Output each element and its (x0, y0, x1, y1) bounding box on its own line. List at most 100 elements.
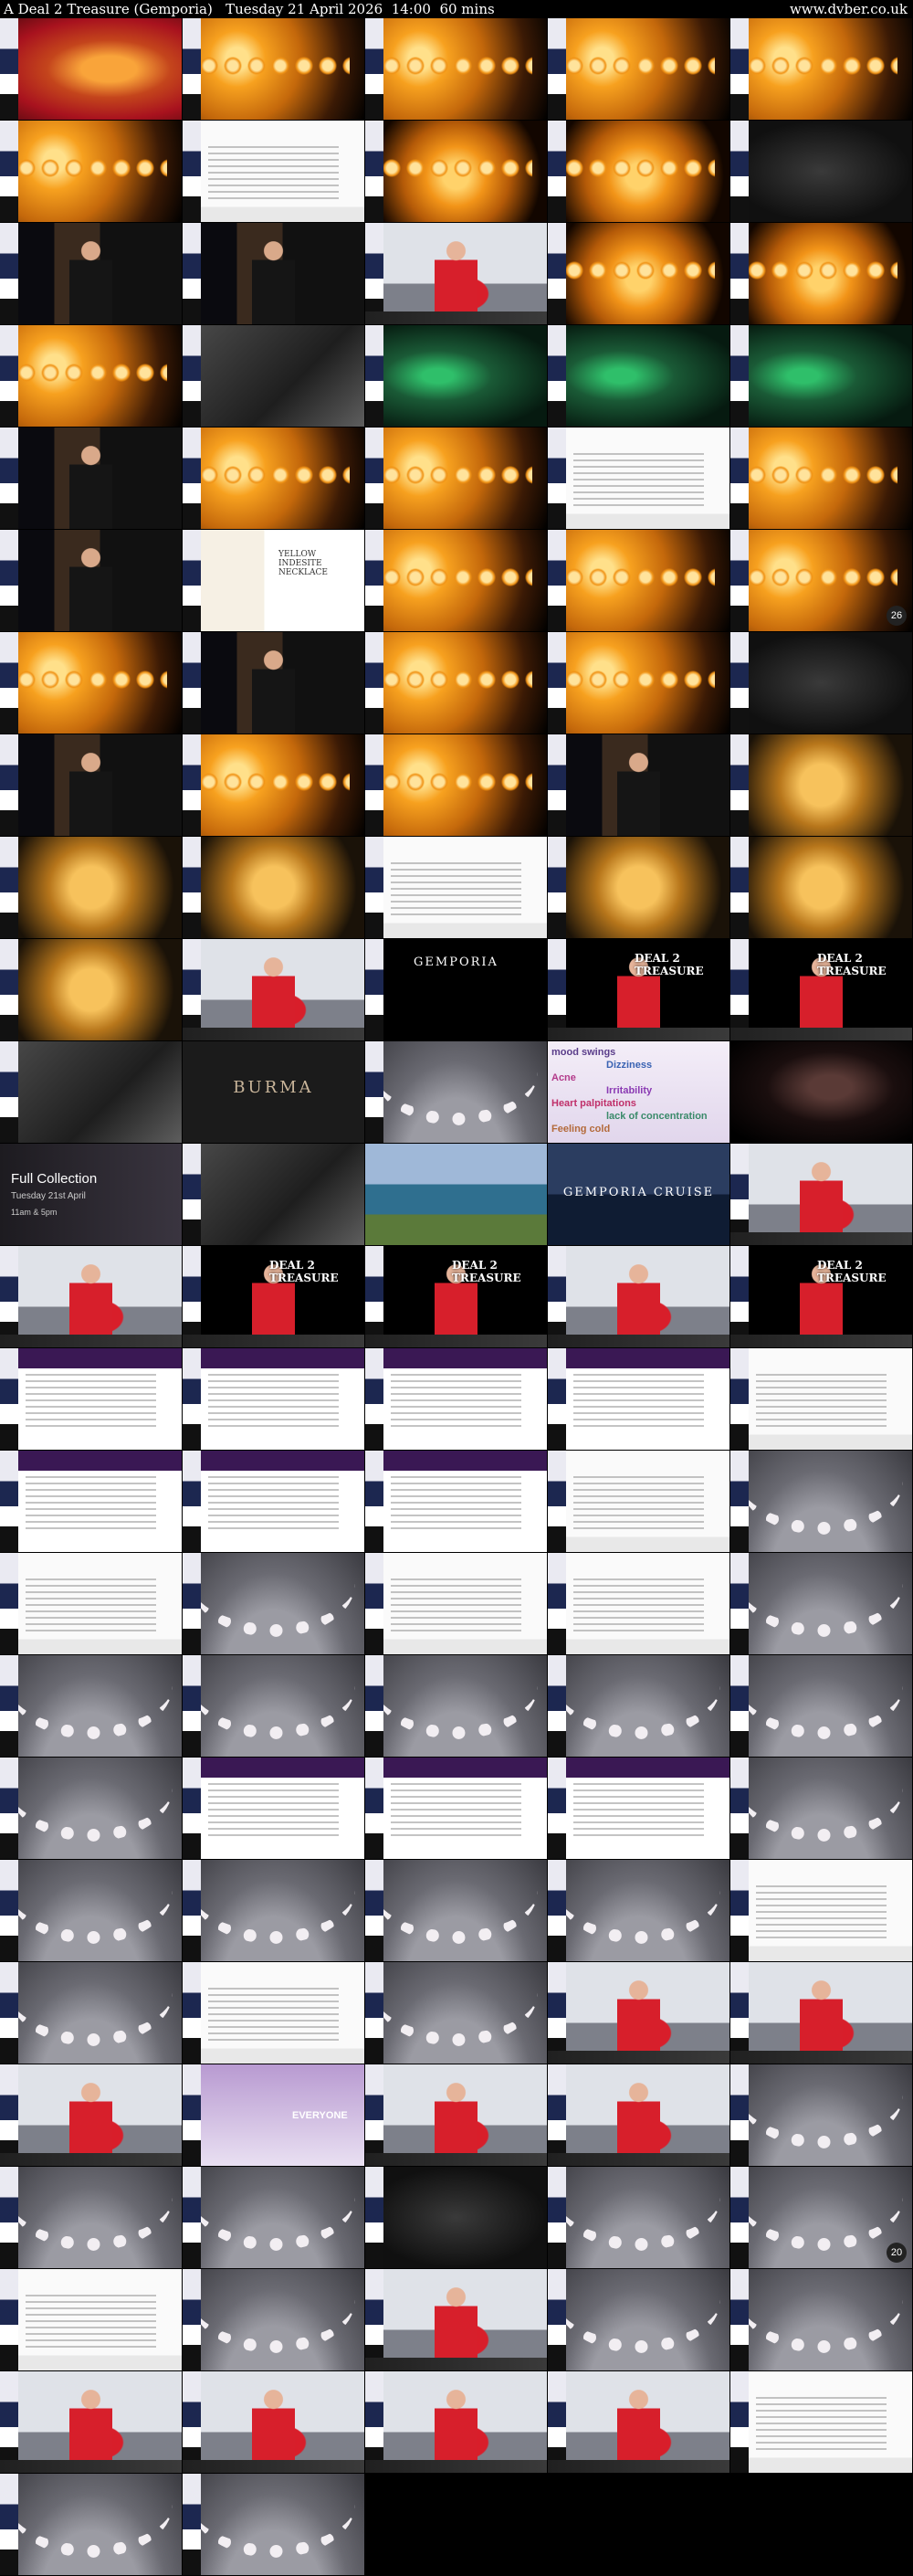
video-thumbnail[interactable] (730, 223, 912, 324)
video-thumbnail[interactable] (183, 734, 364, 836)
video-thumbnail[interactable] (183, 2474, 364, 2575)
video-thumbnail[interactable] (365, 2371, 547, 2473)
video-thumbnail[interactable] (183, 1655, 364, 1757)
video-thumbnail[interactable] (730, 1758, 912, 1859)
video-thumbnail[interactable] (548, 428, 729, 529)
video-thumbnail[interactable]: DEAL 2 TREASURE (730, 939, 912, 1040)
video-thumbnail[interactable] (0, 1962, 182, 2064)
video-thumbnail[interactable]: BURMA (183, 1041, 364, 1143)
video-thumbnail[interactable] (365, 1553, 547, 1654)
video-thumbnail[interactable] (183, 2167, 364, 2268)
video-thumbnail[interactable] (548, 837, 729, 938)
video-thumbnail[interactable] (183, 1348, 364, 1450)
video-thumbnail[interactable] (0, 530, 182, 631)
video-thumbnail[interactable] (183, 1553, 364, 1654)
video-thumbnail[interactable] (183, 1860, 364, 1961)
video-thumbnail[interactable] (365, 1962, 547, 2064)
video-thumbnail[interactable] (183, 939, 364, 1040)
video-thumbnail[interactable] (730, 1348, 912, 1450)
video-thumbnail[interactable] (365, 18, 547, 120)
video-thumbnail[interactable]: 26 (730, 530, 912, 631)
video-thumbnail[interactable]: DEAL 2 TREASURE (365, 1246, 547, 1347)
video-thumbnail[interactable] (0, 2167, 182, 2268)
video-thumbnail[interactable] (365, 428, 547, 529)
video-thumbnail[interactable] (730, 1962, 912, 2064)
video-thumbnail[interactable]: GEMPORIA CRUISE (548, 1144, 729, 1245)
video-thumbnail[interactable] (730, 1144, 912, 1245)
video-thumbnail[interactable] (0, 1758, 182, 1859)
video-thumbnail[interactable] (730, 1451, 912, 1552)
video-thumbnail[interactable] (548, 734, 729, 836)
video-thumbnail[interactable] (548, 2269, 729, 2370)
video-thumbnail[interactable] (183, 632, 364, 734)
video-thumbnail[interactable] (0, 939, 182, 1040)
video-thumbnail[interactable] (548, 1348, 729, 1450)
video-thumbnail[interactable] (0, 223, 182, 324)
video-thumbnail[interactable] (548, 1655, 729, 1757)
video-thumbnail[interactable] (548, 2371, 729, 2473)
video-thumbnail[interactable] (548, 1962, 729, 2064)
video-thumbnail[interactable] (730, 18, 912, 120)
video-thumbnail[interactable] (183, 837, 364, 938)
video-thumbnail[interactable] (548, 632, 729, 734)
video-thumbnail[interactable] (730, 2269, 912, 2370)
video-thumbnail[interactable] (365, 1655, 547, 1757)
video-thumbnail[interactable] (0, 837, 182, 938)
video-thumbnail[interactable] (730, 632, 912, 734)
video-thumbnail[interactable] (183, 223, 364, 324)
video-thumbnail[interactable]: DEAL 2 TREASURE (548, 939, 729, 1040)
video-thumbnail[interactable] (183, 1962, 364, 2064)
video-thumbnail[interactable] (365, 223, 547, 324)
video-thumbnail[interactable]: DEAL 2 TREASURE (183, 1246, 364, 1347)
video-thumbnail[interactable] (730, 325, 912, 427)
video-thumbnail[interactable] (548, 1246, 729, 1347)
video-thumbnail[interactable] (0, 1451, 182, 1552)
video-thumbnail[interactable] (548, 121, 729, 222)
video-thumbnail[interactable] (548, 18, 729, 120)
video-thumbnail[interactable] (365, 837, 547, 938)
video-thumbnail[interactable] (548, 2167, 729, 2268)
video-thumbnail[interactable] (730, 1553, 912, 1654)
video-thumbnail[interactable] (548, 530, 729, 631)
video-thumbnail[interactable] (365, 1860, 547, 1961)
video-thumbnail[interactable] (548, 1451, 729, 1552)
video-thumbnail[interactable] (0, 1860, 182, 1961)
video-thumbnail[interactable] (183, 2371, 364, 2473)
video-thumbnail[interactable] (0, 1553, 182, 1654)
video-thumbnail[interactable] (0, 2064, 182, 2166)
video-thumbnail[interactable] (0, 1246, 182, 1347)
video-thumbnail[interactable] (183, 428, 364, 529)
video-thumbnail[interactable]: GEMPORIA (365, 939, 547, 1040)
video-thumbnail[interactable] (0, 1041, 182, 1143)
video-thumbnail[interactable] (548, 325, 729, 427)
video-thumbnail[interactable] (0, 632, 182, 734)
video-thumbnail[interactable] (730, 1041, 912, 1143)
video-thumbnail[interactable] (183, 325, 364, 427)
video-thumbnail[interactable] (183, 18, 364, 120)
video-thumbnail[interactable] (0, 428, 182, 529)
video-thumbnail[interactable] (0, 1348, 182, 1450)
video-thumbnail[interactable] (365, 2064, 547, 2166)
video-thumbnail[interactable] (183, 1758, 364, 1859)
video-thumbnail[interactable]: 20 (730, 2167, 912, 2268)
video-thumbnail[interactable] (365, 1041, 547, 1143)
video-thumbnail[interactable]: DEAL 2 TREASURE (730, 1246, 912, 1347)
video-thumbnail[interactable] (0, 734, 182, 836)
video-thumbnail[interactable] (548, 1860, 729, 1961)
video-thumbnail[interactable] (0, 121, 182, 222)
video-thumbnail[interactable] (0, 2474, 182, 2575)
video-thumbnail[interactable] (0, 18, 182, 120)
video-thumbnail[interactable] (365, 325, 547, 427)
video-thumbnail[interactable]: EVERYONE (183, 2064, 364, 2166)
video-thumbnail[interactable] (365, 121, 547, 222)
video-thumbnail[interactable] (730, 1860, 912, 1961)
video-thumbnail[interactable] (365, 2167, 547, 2268)
video-thumbnail[interactable]: YELLOW INDESITE NECKLACE (183, 530, 364, 631)
video-thumbnail[interactable] (548, 1553, 729, 1654)
video-thumbnail[interactable] (548, 2064, 729, 2166)
video-thumbnail[interactable] (730, 1655, 912, 1757)
video-thumbnail[interactable] (365, 2269, 547, 2370)
video-thumbnail[interactable] (183, 121, 364, 222)
video-thumbnail[interactable] (730, 837, 912, 938)
video-thumbnail[interactable] (0, 325, 182, 427)
